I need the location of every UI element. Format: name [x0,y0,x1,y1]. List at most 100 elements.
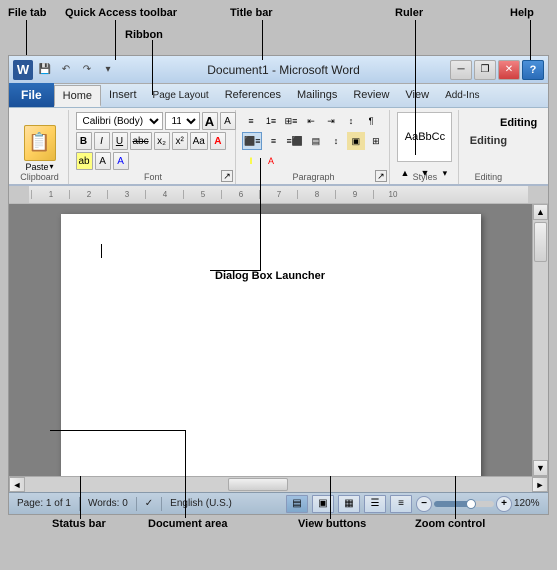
font-size-select[interactable]: 11 [165,112,200,130]
bold-button[interactable]: B [76,132,92,150]
document-page[interactable] [61,214,481,476]
undo-quick-btn[interactable]: ↶ [57,61,75,79]
borders-button[interactable]: ⊞ [367,132,385,150]
tab-page-layout[interactable]: Page Layout [145,85,217,107]
spell-check-icon[interactable]: ✓ [141,498,157,509]
numbering-button[interactable]: 1≡ [262,112,280,130]
vertical-scrollbar: ▲ ▼ [532,204,548,476]
outline-button[interactable]: ☰ [364,495,386,513]
scroll-right-button[interactable]: ► [532,477,548,492]
word-count[interactable]: Words: 0 [84,498,132,509]
justify-button[interactable]: ▤ [307,132,325,150]
file-tab[interactable]: File [9,83,54,107]
zoom-out-button[interactable]: − [416,496,432,512]
zoom-control-line [455,476,456,519]
font-case-button[interactable]: Aa [190,132,208,150]
paste-icon: 📋 [24,125,56,161]
page-indicator[interactable]: Page: 1 of 1 [13,498,75,509]
tab-review[interactable]: Review [345,85,397,107]
scroll-down-button[interactable]: ▼ [533,460,548,476]
language-indicator[interactable]: English (U.S.) [166,498,236,509]
save-quick-btn[interactable]: 💾 [36,61,54,79]
ribbon-group-styles: AaBbCc ▲ ▼ ▾ Styles [392,110,459,184]
scroll-track[interactable] [533,220,548,460]
show-hide-button[interactable]: ¶ [362,112,380,130]
ruler-line [415,20,416,155]
underline-button[interactable]: U [112,132,128,150]
highlight-color-button[interactable]: I [242,152,260,170]
line-spacing-button[interactable]: ↕ [327,132,345,150]
document-area-line [185,430,186,518]
scroll-left-button[interactable]: ◄ [9,477,25,492]
tab-references[interactable]: References [217,85,289,107]
view-buttons-line [330,476,331,519]
ruler-right-margin [528,186,548,203]
clear-format-button[interactable]: A [95,152,111,170]
restore-button[interactable]: ❐ [474,60,496,80]
font-color2-button[interactable]: A [113,152,129,170]
editing-label-display: Editing [470,135,507,147]
bullets-button[interactable]: ≡ [242,112,260,130]
help-annotation: Help [510,7,534,19]
file-tab-line [26,20,27,55]
paste-button[interactable]: 📋 Paste ▾ [22,123,58,174]
sort-button[interactable]: ↕ [342,112,360,130]
font-name-select[interactable]: Calibri (Body) [76,112,163,130]
customize-quick-btn[interactable]: ▾ [99,61,117,79]
zoom-slider-thumb[interactable] [466,499,476,509]
paste-dropdown-icon[interactable]: ▾ [50,162,54,171]
decrease-indent-button[interactable]: ⇤ [302,112,320,130]
ribbon-annotation: Ribbon [125,29,163,41]
italic-button[interactable]: I [94,132,110,150]
draft-button[interactable]: ≡ [390,495,412,513]
tab-home[interactable]: Home [54,85,101,107]
doc-container: ▲ ▼ [9,204,548,476]
font-label: Font [71,172,235,182]
paste-label: Paste [25,162,48,172]
zoom-in-button[interactable]: + [496,496,512,512]
close-button[interactable]: ✕ [498,60,520,80]
styles-preview[interactable]: AaBbCc [397,112,452,162]
align-right-button[interactable]: ≡⬛ [284,132,304,150]
document-scroll-area[interactable] [9,204,532,476]
shrink-font-button[interactable]: A [220,112,236,130]
highlight-button[interactable]: ab [76,152,93,170]
multilevel-button[interactable]: ⊞≡ [282,112,300,130]
font-color-button[interactable]: A [210,132,226,150]
tab-view[interactable]: View [397,85,437,107]
scroll-thumb[interactable] [534,222,547,262]
redo-quick-btn[interactable]: ↷ [78,61,96,79]
scroll-up-button[interactable]: ▲ [533,204,548,220]
title-bar-left: W 💾 ↶ ↷ ▾ [13,60,117,80]
window-controls: ─ ❐ ✕ ? [450,60,544,80]
align-left-button[interactable]: ⬛≡ [242,132,262,150]
zoom-percentage: 120% [514,498,544,509]
paragraph-dialog-launcher[interactable]: ↗ [375,170,387,182]
subscript-button[interactable]: x₂ [154,132,170,150]
title-bar-annotation: Title bar [230,7,273,19]
title-bar: W 💾 ↶ ↷ ▾ Document1 - Microsoft Word ─ ❐… [9,56,548,84]
increase-indent-button[interactable]: ⇥ [322,112,340,130]
font-row-2: B I U abc x₂ x² Aa A [76,132,231,150]
zoom-slider[interactable] [434,501,494,507]
ruler-tick-6: 6 [221,190,259,199]
shading-button[interactable]: ▣ [347,132,365,150]
ruler-tick-8: 8 [297,190,335,199]
strikethrough-button[interactable]: abc [130,132,152,150]
grow-font-button[interactable]: A [202,112,218,130]
word-window: W 💾 ↶ ↷ ▾ Document1 - Microsoft Word ─ ❐… [8,55,549,515]
ruler-left-margin [9,186,29,203]
web-layout-button[interactable]: ▦ [338,495,360,513]
superscript-button[interactable]: x² [172,132,188,150]
minimize-button[interactable]: ─ [450,60,472,80]
h-scroll-thumb[interactable] [228,478,288,491]
tab-mailings[interactable]: Mailings [289,85,345,107]
font-color3-button[interactable]: A [262,152,280,170]
align-center-button[interactable]: ≡ [264,132,282,150]
font-dialog-launcher[interactable]: ↗ [221,170,233,182]
help-button[interactable]: ? [522,60,544,80]
editing-content: Editing [470,112,507,170]
tab-add-ins[interactable]: Add-Ins [437,85,487,107]
tab-insert[interactable]: Insert [101,85,145,107]
print-layout-button[interactable]: ▤ [286,495,308,513]
